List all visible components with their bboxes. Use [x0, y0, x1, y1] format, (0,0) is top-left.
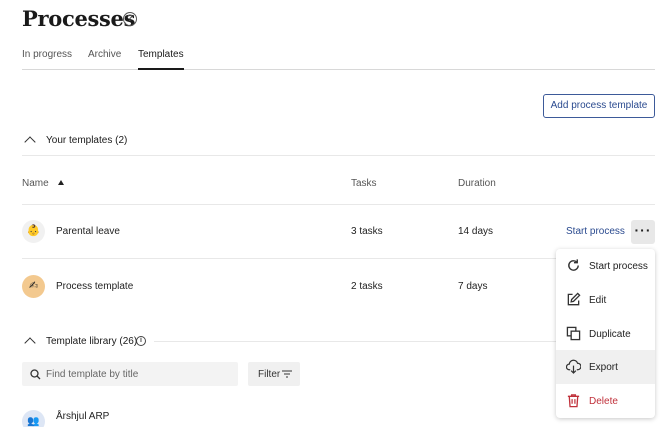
column-tasks: Tasks [351, 178, 377, 189]
edit-icon [567, 292, 581, 306]
search-input[interactable] [46, 362, 234, 386]
library-template-name[interactable]: Årshjul ARP [56, 411, 109, 422]
chevron-up-icon[interactable] [24, 337, 36, 349]
info-icon[interactable]: i [136, 336, 146, 346]
trash-icon [567, 394, 580, 408]
menu-label: Start process [589, 261, 648, 272]
duplicate-icon [566, 326, 581, 341]
template-name[interactable]: Parental leave [56, 226, 120, 237]
refresh-icon [568, 259, 579, 271]
menu-label: Export [589, 362, 618, 373]
help-icon[interactable]: ? [123, 12, 137, 26]
tab-bar: In progress Archive Templates [22, 49, 655, 70]
menu-item-delete[interactable]: Delete [556, 384, 655, 418]
chevron-up-icon[interactable] [24, 136, 36, 148]
filter-icon [282, 370, 292, 378]
start-process-link[interactable]: Start process [566, 226, 625, 237]
template-library-heading[interactable]: Template library (26) [46, 336, 137, 347]
avatar: ✍ [22, 275, 45, 298]
tab-archive[interactable]: Archive [88, 49, 121, 70]
menu-label: Delete [589, 396, 618, 407]
context-menu: Start process Edit Duplicate Export Dele… [556, 249, 655, 418]
filter-label: Filter [258, 369, 281, 380]
avatar: 👶 [22, 220, 45, 243]
search-icon [30, 369, 41, 380]
page-title: Processes [22, 6, 136, 31]
menu-item-export[interactable]: Export [556, 350, 655, 384]
column-name[interactable]: Name [22, 178, 49, 189]
menu-item-duplicate[interactable]: Duplicate [556, 317, 655, 351]
menu-label: Duplicate [589, 329, 631, 340]
avatar: 👥 [22, 410, 45, 427]
divider [22, 204, 655, 205]
divider [22, 258, 556, 259]
tab-templates[interactable]: Templates [138, 49, 184, 70]
sort-ascending-icon[interactable] [58, 180, 64, 185]
divider [154, 341, 556, 342]
search-field[interactable] [22, 362, 238, 386]
divider [22, 155, 655, 156]
export-icon [566, 359, 581, 374]
template-duration: 7 days [458, 281, 488, 292]
menu-item-start-process[interactable]: Start process [556, 249, 655, 283]
add-process-template-button[interactable]: Add process template [543, 94, 655, 118]
your-templates-heading[interactable]: Your templates (2) [46, 135, 127, 146]
menu-label: Edit [589, 295, 607, 306]
tab-in-progress[interactable]: In progress [22, 49, 72, 70]
more-options-icon[interactable]: ··· [631, 220, 655, 244]
filter-button[interactable]: Filter [248, 362, 300, 386]
template-tasks: 3 tasks [351, 226, 383, 237]
template-duration: 14 days [458, 226, 494, 237]
menu-item-edit[interactable]: Edit [556, 283, 655, 317]
template-tasks: 2 tasks [351, 281, 383, 292]
column-duration: Duration [458, 178, 496, 189]
template-name[interactable]: Process template [56, 281, 133, 292]
